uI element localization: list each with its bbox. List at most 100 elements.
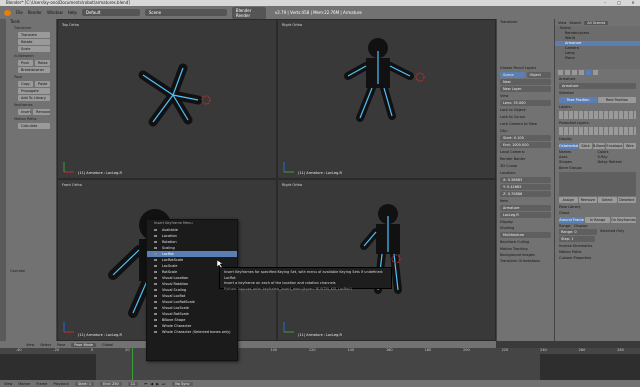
armature-name-field[interactable]: Armature (559, 83, 636, 89)
section-transform[interactable]: Transform (6, 25, 56, 31)
rotate-button[interactable]: Rotate (18, 39, 50, 45)
render-tab-icon[interactable] (558, 70, 563, 75)
envelope-button[interactable]: Envelope (606, 143, 623, 149)
cursor-x-field[interactable]: X: 0.38883 (500, 177, 551, 183)
scene-selector[interactable]: Scene (144, 9, 227, 16)
scene-button[interactable]: Scene (500, 72, 525, 78)
object-button[interactable]: Object (526, 72, 551, 78)
shapes-checkbox[interactable]: Shapes (559, 160, 598, 164)
menu-help[interactable]: Help (68, 10, 77, 15)
new-button[interactable]: New (500, 79, 551, 85)
bone-tab-icon[interactable] (593, 70, 598, 75)
end-frame-field[interactable]: End: 250 (100, 381, 122, 386)
clip-start-field[interactable]: Start: 0.100 (500, 135, 551, 141)
bbone-button[interactable]: B-Bone (592, 143, 606, 149)
axes-checkbox[interactable]: Axes (559, 155, 598, 159)
copy-button[interactable]: Copy (18, 81, 33, 87)
section-display[interactable]: Display (555, 136, 640, 142)
section-grease-pencil[interactable]: Grease Pencil Layers (497, 65, 554, 71)
section-transform-orientations[interactable]: Transform Orientations (497, 258, 554, 264)
breakdowner-button[interactable]: Breakdowner (18, 67, 50, 73)
new-layer-button[interactable]: New Layer (500, 86, 551, 92)
timeline-frame-menu[interactable]: Frame (36, 382, 47, 386)
item-name-field[interactable]: Armature (500, 205, 551, 211)
relax-button[interactable]: Relax (35, 60, 50, 66)
stick-button[interactable]: Stick (579, 143, 592, 149)
section-pose[interactable]: Pose (6, 74, 56, 80)
armature-figure-top[interactable] (128, 60, 218, 140)
push-button[interactable]: Push (18, 60, 33, 66)
section-item[interactable]: Item (497, 198, 554, 204)
world-tab-icon[interactable] (572, 70, 577, 75)
viewport-bottom-right[interactable]: Right Ortho (11) Armature : LocLeg.R (277, 179, 496, 341)
scene-tab-icon[interactable] (565, 70, 570, 75)
delay-refresh-checkbox[interactable]: Delay Refresh (598, 160, 637, 164)
play-controls[interactable]: ⏮ ◀ ▶ ⏭ (144, 382, 166, 386)
cursor-y-field[interactable]: Y: 0.42685 (500, 184, 551, 190)
outliner-search-menu[interactable]: Search (569, 21, 581, 25)
rest-position-button[interactable]: Rest Position (598, 97, 636, 103)
armature-tab-icon[interactable] (586, 70, 591, 75)
section-skeleton[interactable]: Skeleton (555, 90, 640, 96)
section-custom-properties[interactable]: Custom Properties (555, 255, 640, 261)
octahedral-button[interactable]: Octahedral (559, 143, 579, 149)
start-frame-field[interactable]: Start: 1 (74, 381, 95, 386)
section-shading[interactable]: Shading (497, 225, 554, 231)
pose-position-button[interactable]: Pose Position (559, 97, 597, 103)
timeline-editor[interactable]: -40-200204060801001201401601802002202402… (0, 348, 640, 380)
scale-button[interactable]: Scale (18, 46, 50, 52)
translate-button[interactable]: Translate (18, 32, 50, 38)
outliner-view-menu[interactable]: View (558, 21, 566, 25)
section-bone-groups[interactable]: Bone Groups (555, 165, 640, 171)
section-transform[interactable]: Transform (497, 19, 554, 25)
layout-selector[interactable]: Default (81, 9, 140, 16)
sync-selector[interactable]: No Sync (172, 381, 193, 386)
section-motion-paths[interactable]: Motion Paths (6, 116, 56, 122)
current-frame-field[interactable]: 11 (127, 381, 139, 386)
armature-figure-right[interactable] (340, 36, 430, 136)
selected-only-checkbox[interactable]: Selected Only (600, 229, 636, 235)
remove-keyframe-button[interactable]: Remove (33, 109, 51, 115)
section-ghost[interactable]: Ghost (555, 210, 640, 216)
mode-selector[interactable]: Pose Mode (71, 342, 96, 347)
menu-file[interactable]: File (16, 10, 23, 15)
assign-button[interactable]: Assign (559, 197, 578, 203)
menu-render[interactable]: Render (28, 10, 42, 15)
timeline-playback-menu[interactable]: Playback (53, 382, 69, 386)
viewport-top-right[interactable]: Right Ortho (11) Armature : LocLeg.R (277, 19, 496, 179)
menu-item-whole-character-selected[interactable]: Whole Character (Selected bones only) (147, 329, 237, 335)
lens-field[interactable]: Lens: 35.000 (500, 100, 551, 106)
in-range-button[interactable]: In Range (585, 217, 610, 223)
bone-name-field[interactable]: LocLeg.R (500, 212, 551, 218)
calculate-button[interactable]: Calculate (18, 123, 50, 129)
step-field[interactable]: Step: 1 (559, 236, 595, 242)
timeline-view-menu[interactable]: View (4, 382, 12, 386)
operator-panel[interactable]: Operator (6, 268, 26, 274)
playhead[interactable] (132, 348, 133, 380)
lock-camera-checkbox[interactable]: Lock Camera to View (500, 121, 551, 127)
xray-checkbox[interactable]: X-Ray (598, 155, 637, 159)
insert-keyframe-button[interactable]: Insert (18, 109, 32, 115)
range-field[interactable]: Range: 0 (559, 229, 597, 235)
paste-button[interactable]: Paste (35, 81, 50, 87)
section-view[interactable]: View (497, 93, 554, 99)
remove-button[interactable]: Remove (578, 197, 597, 203)
cursor-z-field[interactable]: Z: 0.70886 (500, 191, 551, 197)
menu-window[interactable]: Window (47, 10, 63, 15)
render-border-checkbox[interactable]: Render Border (500, 156, 551, 162)
bone-groups-list[interactable] (559, 172, 636, 196)
backface-culling-checkbox[interactable]: Backface Culling (500, 239, 551, 245)
colors-checkbox[interactable]: Colors (598, 150, 637, 154)
clip-end-field[interactable]: End: 1000.000 (500, 142, 551, 148)
select-menu[interactable]: Select (40, 343, 51, 347)
render-engine-selector[interactable]: Blender Render (231, 6, 266, 19)
outliner-filter-selector[interactable]: All Scenes (584, 20, 609, 25)
around-frame-button[interactable]: Around Frame (559, 217, 584, 223)
protected-layers-grid[interactable] (559, 127, 636, 135)
section-3d-cursor[interactable]: 3D Cursor (497, 163, 554, 169)
pivot-selector[interactable]: Global (102, 343, 113, 347)
object-tab-icon[interactable] (579, 70, 584, 75)
deselect-button[interactable]: Deselect (617, 197, 636, 203)
layers-grid[interactable] (559, 111, 636, 119)
names-checkbox[interactable]: Names (559, 150, 598, 154)
